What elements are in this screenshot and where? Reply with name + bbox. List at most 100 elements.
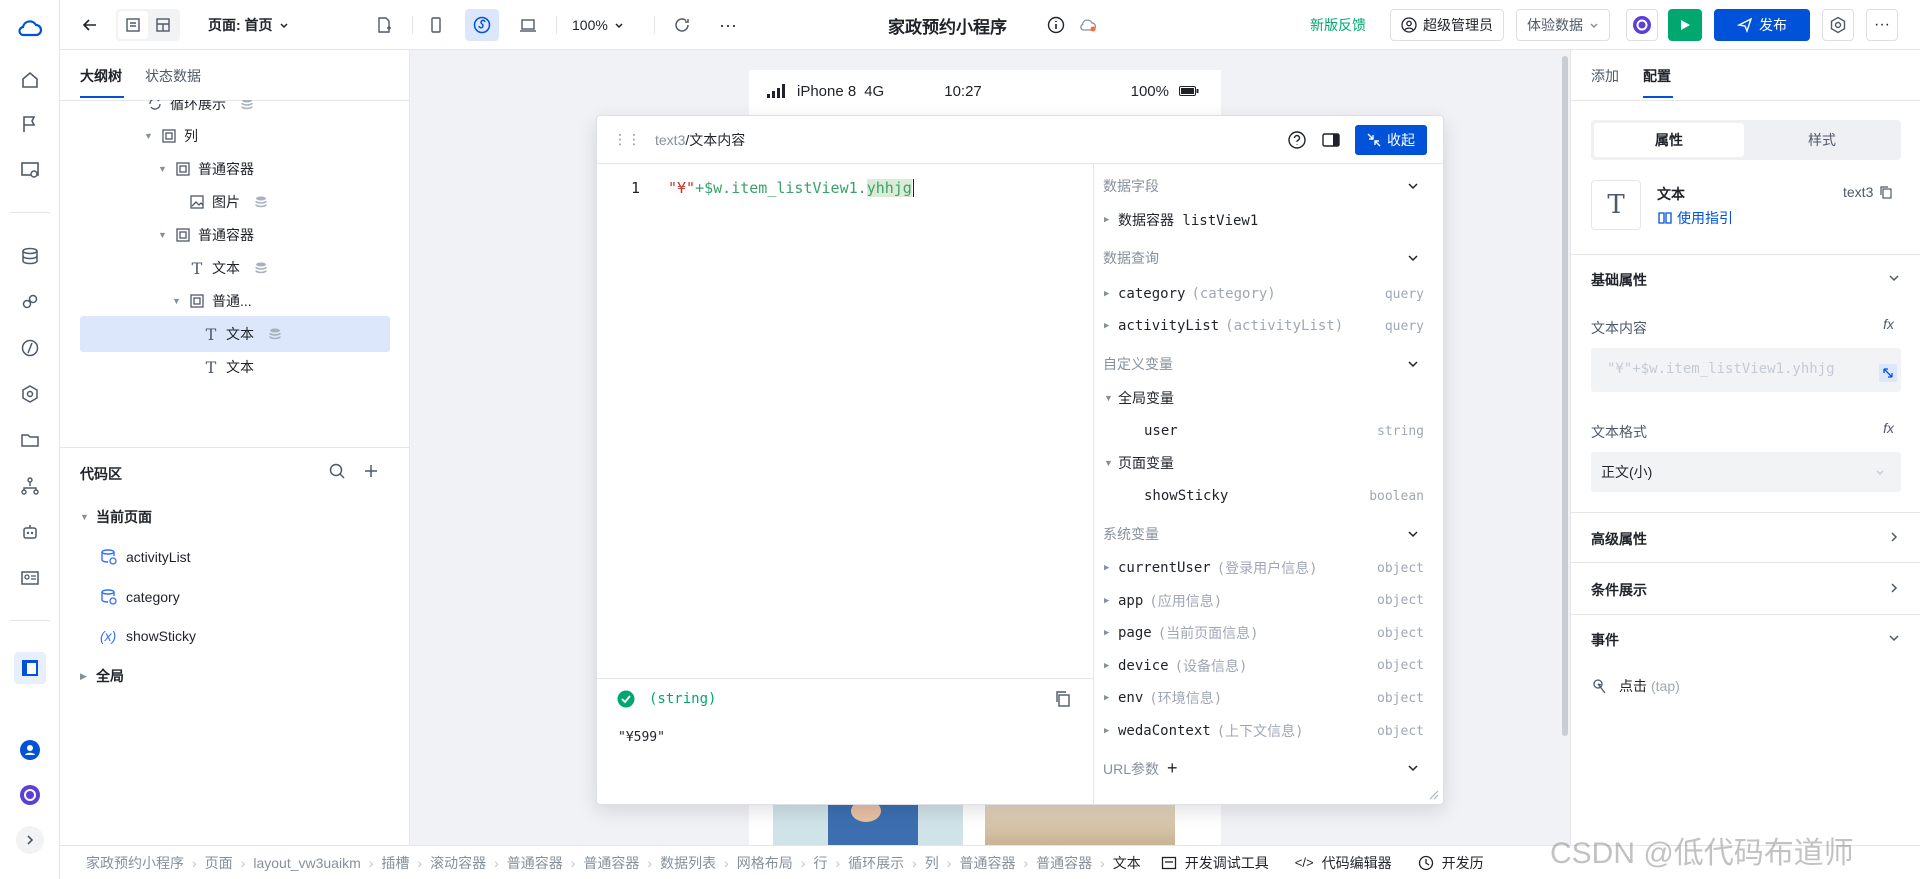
system-var-item[interactable]: ▶ wedaContext (上下文信息) object bbox=[1104, 717, 1424, 745]
page-selector[interactable]: 页面: 首页 bbox=[208, 9, 289, 41]
tree-node[interactable]: T 文本 bbox=[80, 250, 390, 286]
breadcrumb-item[interactable]: 数据列表 bbox=[660, 853, 716, 873]
expand-rail-icon[interactable] bbox=[16, 826, 44, 854]
tree-node[interactable]: T 文本 bbox=[80, 349, 390, 385]
query-item-activitylist[interactable]: ▶ activityList (activityList) query bbox=[1104, 312, 1424, 340]
code-editor-button[interactable]: </> 代码编辑器 bbox=[1295, 853, 1392, 873]
flow-icon[interactable] bbox=[16, 472, 44, 500]
code-line[interactable]: "¥"+$w.item_listView1.yhhjg bbox=[668, 179, 914, 197]
robot-icon[interactable] bbox=[16, 518, 44, 546]
info-icon[interactable] bbox=[1044, 9, 1068, 41]
chevron-down-icon[interactable] bbox=[1407, 358, 1419, 370]
chevron-down-icon[interactable] bbox=[1407, 180, 1419, 192]
add-page-icon[interactable] bbox=[368, 9, 400, 41]
chevron-right-icon[interactable] bbox=[1888, 582, 1900, 594]
run-button[interactable] bbox=[1668, 9, 1702, 41]
advanced-props-title[interactable]: 高级属性 bbox=[1591, 529, 1647, 549]
expand-toggle-icon[interactable]: ▶ bbox=[1104, 726, 1118, 736]
tab-config[interactable]: 配置 bbox=[1643, 66, 1671, 86]
canvas-scrollbar[interactable] bbox=[1562, 56, 1568, 736]
expand-toggle-icon[interactable]: ▶ bbox=[1104, 628, 1118, 638]
code-editor[interactable]: 1 "¥"+$w.item_listView1.yhhjg bbox=[597, 164, 1093, 676]
section-data-fields[interactable]: 数据字段 bbox=[1103, 176, 1159, 196]
database-icon[interactable] bbox=[16, 242, 44, 270]
home-icon[interactable] bbox=[16, 66, 44, 94]
dev-history-button[interactable]: 开发历 bbox=[1418, 853, 1484, 873]
more-icon[interactable]: ··· bbox=[712, 9, 744, 41]
breadcrumb-item[interactable]: 滚动容器 bbox=[430, 853, 486, 873]
global-vars-group[interactable]: ▼ 全局变量 bbox=[1104, 384, 1424, 412]
help-icon[interactable] bbox=[1287, 130, 1307, 150]
chevron-down-icon[interactable] bbox=[1407, 528, 1419, 540]
copy-icon[interactable] bbox=[1054, 690, 1072, 708]
page-view-icon[interactable] bbox=[118, 11, 148, 39]
section-data-query[interactable]: 数据查询 bbox=[1103, 248, 1159, 268]
conditional-display-title[interactable]: 条件展示 bbox=[1591, 580, 1647, 600]
ai-assistant-button[interactable] bbox=[1626, 9, 1658, 41]
dev-tools-button[interactable]: 开发调试工具 bbox=[1161, 853, 1269, 873]
breadcrumb-item[interactable]: 页面 bbox=[205, 853, 233, 873]
chevron-right-icon[interactable] bbox=[1888, 531, 1900, 543]
expand-toggle-icon[interactable]: ▶ bbox=[1104, 661, 1118, 671]
system-var-item[interactable]: ▶ currentUser (登录用户信息) object bbox=[1104, 554, 1424, 582]
expand-toggle-icon[interactable]: ▶ bbox=[1104, 693, 1118, 703]
breadcrumb-item[interactable]: 循环展示 bbox=[848, 853, 904, 873]
more-menu-icon[interactable]: ··· bbox=[1866, 9, 1898, 41]
flag-icon[interactable] bbox=[16, 110, 44, 138]
settings-icon[interactable] bbox=[1822, 9, 1854, 41]
drag-handle-icon[interactable]: ⋮⋮ bbox=[613, 131, 641, 148]
tree-node[interactable]: ▼ 普通容器 bbox=[80, 151, 390, 187]
system-var-item[interactable]: ▶ device (设备信息) object bbox=[1104, 652, 1424, 680]
chevron-down-icon[interactable] bbox=[1888, 632, 1900, 644]
expand-toggle-icon[interactable]: ▼ bbox=[144, 131, 154, 141]
admin-button[interactable]: 超级管理员 bbox=[1390, 9, 1504, 41]
miniprogram-device-icon[interactable] bbox=[465, 9, 499, 41]
side-panel-icon[interactable] bbox=[1321, 130, 1341, 150]
add-icon[interactable] bbox=[362, 462, 380, 480]
breadcrumb-item[interactable]: 普通容器 bbox=[1036, 853, 1092, 873]
system-var-item[interactable]: ▶ page (当前页面信息) object bbox=[1104, 619, 1424, 647]
segment-props[interactable]: 属性 bbox=[1594, 123, 1744, 157]
cloud-folder-icon[interactable] bbox=[16, 426, 44, 454]
breadcrumb-item[interactable]: 网格布局 bbox=[737, 853, 793, 873]
chevron-down-icon[interactable] bbox=[1407, 762, 1419, 774]
user-avatar-icon[interactable] bbox=[16, 736, 44, 764]
monitor-settings-icon[interactable] bbox=[16, 156, 44, 184]
mobile-device-icon[interactable] bbox=[420, 9, 452, 41]
expand-toggle-icon[interactable]: ▼ bbox=[158, 164, 168, 174]
breadcrumb-item[interactable]: 行 bbox=[813, 853, 827, 873]
back-arrow-icon[interactable] bbox=[74, 9, 106, 41]
add-icon[interactable]: + bbox=[1167, 758, 1178, 779]
tree-node[interactable]: ▼ 普通... bbox=[80, 283, 390, 319]
resize-handle-icon[interactable] bbox=[1427, 788, 1439, 800]
code-item-category[interactable]: category bbox=[100, 582, 180, 612]
code-item-activitylist[interactable]: activityList bbox=[100, 542, 191, 572]
breadcrumb-item[interactable]: 插槽 bbox=[381, 853, 409, 873]
breadcrumb-item[interactable]: 列 bbox=[925, 853, 939, 873]
tree-node[interactable]: 图片 bbox=[80, 184, 390, 220]
text-content-input[interactable]: "¥"+$w.item_listView1.yhhjg bbox=[1591, 348, 1901, 392]
assistant-icon[interactable] bbox=[16, 781, 44, 809]
events-title[interactable]: 事件 bbox=[1591, 630, 1619, 650]
hexagon-icon[interactable] bbox=[16, 380, 44, 408]
tree-node[interactable]: ▼ 普通容器 bbox=[80, 217, 390, 253]
refresh-icon[interactable] bbox=[666, 9, 698, 41]
breadcrumb-item[interactable]: 普通容器 bbox=[959, 853, 1015, 873]
event-click[interactable]: 点击 (tap) bbox=[1591, 676, 1680, 696]
breadcrumb-item[interactable]: layout_vw3uaikm bbox=[253, 855, 360, 871]
current-page-group[interactable]: ▼ 当前页面 bbox=[80, 502, 152, 532]
section-url-params[interactable]: URL参数 + bbox=[1103, 758, 1178, 779]
var-item-user[interactable]: user string bbox=[1144, 417, 1424, 445]
data-field-item[interactable]: ▶ 数据容器 listView1 bbox=[1104, 206, 1424, 234]
tab-outline[interactable]: 大纲树 bbox=[80, 66, 122, 86]
breadcrumb-item[interactable]: 普通容器 bbox=[583, 853, 639, 873]
breadcrumb-item[interactable]: 家政预约小程序 bbox=[86, 853, 184, 873]
code-item-showsticky[interactable]: (x) showSticky bbox=[100, 621, 196, 651]
desktop-device-icon[interactable] bbox=[512, 9, 544, 41]
publish-button[interactable]: 发布 bbox=[1714, 9, 1810, 41]
usage-guide-link[interactable]: 使用指引 bbox=[1657, 208, 1733, 228]
chevron-down-icon[interactable] bbox=[1407, 252, 1419, 264]
tree-node[interactable]: T 文本 bbox=[80, 316, 390, 352]
system-var-item[interactable]: ▶ env (环境信息) object bbox=[1104, 684, 1424, 712]
chevron-down-icon[interactable] bbox=[1888, 272, 1900, 284]
